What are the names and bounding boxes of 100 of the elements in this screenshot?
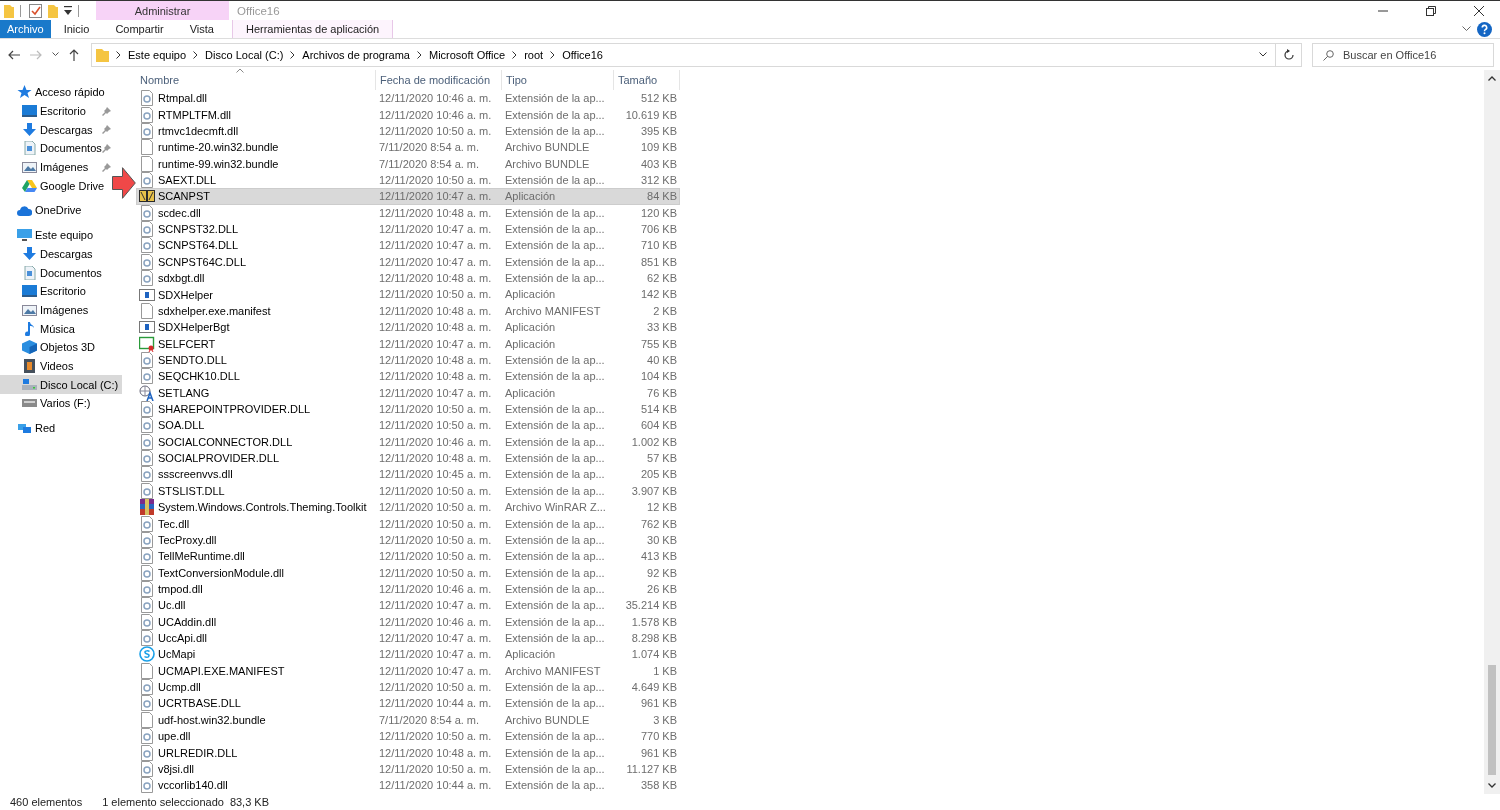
- monitor-icon: [22, 284, 37, 299]
- breadcrumb[interactable]: Office16: [562, 48, 603, 61]
- restore-icon[interactable]: [1426, 5, 1436, 16]
- ribbon-tab[interactable]: Archivo: [0, 20, 51, 38]
- pin-icon[interactable]: [102, 106, 111, 116]
- file-row[interactable]: TextConversionModule.dll 12/11/2020 10:50 a. m. Extensión de la ap... 92 KB: [136, 564, 680, 581]
- file-row[interactable]: UccApi.dll 12/11/2020 10:47 a. m. Extensión de la ap... 8.298 KB: [136, 629, 680, 647]
- column-header[interactable]: Tamaño: [614, 70, 680, 90]
- file-row[interactable]: SENDTO.DLL 12/11/2020 10:48 a. m. Extensión de la ap... 40 KB: [136, 351, 680, 369]
- file-row[interactable]: scdec.dll 12/11/2020 10:48 a. m. Extensión de la ap... 120 KB: [136, 204, 680, 221]
- file-name: RTMPLTFM.dll: [158, 108, 231, 121]
- up-arrow-icon[interactable]: [69, 48, 79, 61]
- chevron-down-icon[interactable]: [1259, 52, 1267, 57]
- file-row[interactable]: sdxhelper.exe.manifest 12/11/2020 10:48 a. m. Archivo MANIFEST 2 KB: [136, 302, 680, 320]
- file-row[interactable]: STSLIST.DLL 12/11/2020 10:50 a. m. Extensión de la ap... 3.907 KB: [136, 482, 680, 499]
- file-row[interactable]: SETLANG 12/11/2020 10:47 a. m. Aplicación 76 KB: [136, 384, 680, 401]
- file-row[interactable]: SAEXT.DLL 12/11/2020 10:50 a. m. Extensión de la ap... 312 KB: [136, 171, 680, 189]
- file-row[interactable]: SOCIALCONNECTOR.DLL 12/11/2020 10:46 a. m. Extensión de la ap... 1.002 KB: [136, 433, 680, 450]
- sidebar-item[interactable]: Documentos: [0, 263, 122, 282]
- ribbon-tab[interactable]: Compartir: [102, 20, 177, 38]
- sidebar-item[interactable]: Objetos 3D: [0, 337, 122, 357]
- sidebar-item[interactable]: Descargas: [0, 120, 112, 140]
- scroll-up-icon[interactable]: [1488, 76, 1496, 81]
- modified-cell-text: 12/11/2020 10:47 a. m.: [378, 599, 493, 612]
- file-row[interactable]: SOCIALPROVIDER.DLL 12/11/2020 10:48 a. m. Extensión de la ap... 57 KB: [136, 449, 680, 467]
- sidebar-item[interactable]: Imágenes: [0, 157, 112, 177]
- breadcrumb[interactable]: Este equipo: [128, 48, 187, 61]
- file-row[interactable]: SHAREPOINTPROVIDER.DLL 12/11/2020 10:50 a. m. Extensión de la ap... 514 KB: [136, 400, 680, 418]
- file-row[interactable]: UCRTBASE.DLL 12/11/2020 10:44 a. m. Extensión de la ap... 961 KB: [136, 695, 680, 712]
- scrollbar[interactable]: [1484, 70, 1500, 794]
- pin-icon[interactable]: [102, 125, 111, 135]
- column-header[interactable]: Fecha de modificación: [376, 70, 502, 90]
- sidebar-item[interactable]: Escritorio: [0, 281, 122, 301]
- file-row[interactable]: SCANPST 12/11/2020 10:47 a. m. Aplicación 84 KB: [136, 188, 680, 205]
- file-row[interactable]: SELFCERT 12/11/2020 10:47 a. m. Aplicación 755 KB: [136, 335, 680, 352]
- sidebar-item[interactable]: Música: [0, 319, 122, 338]
- file-row[interactable]: TecProxy.dll 12/11/2020 10:50 a. m. Extensión de la ap... 30 KB: [136, 531, 680, 549]
- file-row[interactable]: UcMapi 12/11/2020 10:47 a. m. Aplicación 1.074 KB: [136, 646, 680, 663]
- column-header[interactable]: Tipo: [502, 70, 614, 90]
- dropdown-icon[interactable]: [64, 5, 72, 16]
- sidebar-item[interactable]: Imágenes: [0, 300, 122, 320]
- search-field[interactable]: Buscar en Office16: [1312, 42, 1494, 67]
- breadcrumb[interactable]: root: [524, 48, 544, 61]
- file-row[interactable]: sdxbgt.dll 12/11/2020 10:48 a. m. Extensión de la ap... 62 KB: [136, 269, 680, 287]
- sidebar-item[interactable]: Varios (F:): [0, 394, 122, 413]
- address-bar[interactable]: Este equipo Disco Local (C:) Archivos de programa Microsoft Office root Office16: [91, 42, 1276, 67]
- file-row[interactable]: RTMPLTFM.dll 12/11/2020 10:46 a. m. Extensión de la ap... 10.619 KB: [136, 106, 680, 123]
- sidebar-item[interactable]: Descargas: [0, 244, 122, 264]
- sidebar-item[interactable]: Documentos: [0, 139, 112, 158]
- file-row[interactable]: UCMAPI.EXE.MANIFEST 12/11/2020 10:47 a. m. Archivo MANIFEST 1 KB: [136, 662, 680, 679]
- sidebar-item[interactable]: Acceso rápido: [0, 83, 122, 102]
- file-row[interactable]: vccorlib140.dll 12/11/2020 10:44 a. m. Extensión de la ap... 358 KB: [136, 777, 680, 794]
- pin-icon[interactable]: [102, 143, 111, 153]
- sidebar-item[interactable]: Red: [0, 418, 122, 438]
- sidebar-item[interactable]: Videos: [0, 356, 122, 376]
- file-row[interactable]: SEQCHK10.DLL 12/11/2020 10:48 a. m. Extensión de la ap... 104 KB: [136, 368, 680, 385]
- sidebar-item[interactable]: Este equipo: [0, 225, 122, 245]
- gear-document-icon: [139, 270, 155, 287]
- file-row[interactable]: Uc.dll 12/11/2020 10:47 a. m. Extensión de la ap... 35.214 KB: [136, 597, 680, 614]
- file-row[interactable]: Ucmp.dll 12/11/2020 10:50 a. m. Extensión de la ap... 4.649 KB: [136, 678, 680, 696]
- file-row[interactable]: v8jsi.dll 12/11/2020 10:50 a. m. Extensión de la ap... 11.127 KB: [136, 760, 680, 778]
- ribbon-tab[interactable]: Herramientas de aplicación: [231, 20, 394, 38]
- scroll-down-icon[interactable]: [1488, 783, 1496, 788]
- breadcrumb[interactable]: Disco Local (C:): [205, 48, 284, 61]
- pin-icon[interactable]: [102, 162, 111, 172]
- file-row[interactable]: SCNPST64.DLL 12/11/2020 10:47 a. m. Extensión de la ap... 710 KB: [136, 237, 680, 254]
- help-icon[interactable]: [1477, 21, 1492, 37]
- file-row[interactable]: upe.dll 12/11/2020 10:50 a. m. Extensión de la ap... 770 KB: [136, 728, 680, 745]
- chevron-down-icon[interactable]: [1462, 26, 1471, 32]
- file-row[interactable]: udf-host.win32.bundle 7/11/2020 8:54 a. m. Archivo BUNDLE 3 KB: [136, 711, 680, 728]
- file-row[interactable]: runtime-99.win32.bundle 7/11/2020 8:54 a. m. Archivo BUNDLE 403 KB: [136, 155, 680, 172]
- breadcrumb[interactable]: Archivos de programa: [302, 48, 410, 61]
- file-row[interactable]: SCNPST64C.DLL 12/11/2020 10:47 a. m. Extensión de la ap... 851 KB: [136, 253, 680, 270]
- chevron-down-icon[interactable]: [52, 52, 59, 57]
- file-row[interactable]: SDXHelper 12/11/2020 10:50 a. m. Aplicación 142 KB: [136, 286, 680, 303]
- file-row[interactable]: tmpod.dll 12/11/2020 10:46 a. m. Extensión de la ap... 26 KB: [136, 580, 680, 598]
- file-row[interactable]: UCAddin.dll 12/11/2020 10:46 a. m. Extensión de la ap... 1.578 KB: [136, 613, 680, 630]
- scroll-thumb[interactable]: [1488, 665, 1496, 775]
- ribbon-tab[interactable]: Inicio: [50, 20, 103, 38]
- properties-icon[interactable]: [29, 3, 42, 18]
- sidebar-item[interactable]: OneDrive: [0, 201, 122, 220]
- sidebar-item[interactable]: Disco Local (C:): [0, 375, 122, 394]
- file-row[interactable]: System.Windows.Controls.Theming.Toolkit 12/11/2020 10:50 a. m. Archivo WinRAR Z... 12 KB: [136, 499, 680, 516]
- ribbon-tab[interactable]: Vista: [176, 20, 227, 38]
- file-row[interactable]: Rtmpal.dll 12/11/2020 10:46 a. m. Extensión de la ap... 512 KB: [136, 90, 680, 107]
- file-row[interactable]: TellMeRuntime.dll 12/11/2020 10:50 a. m. Extensión de la ap... 413 KB: [136, 548, 680, 565]
- file-row[interactable]: SCNPST32.DLL 12/11/2020 10:47 a. m. Extensión de la ap... 706 KB: [136, 220, 680, 238]
- file-row[interactable]: ssscreenvvs.dll 12/11/2020 10:45 a. m. Extensión de la ap... 205 KB: [136, 466, 680, 483]
- back-arrow-icon[interactable]: [8, 49, 20, 60]
- file-row[interactable]: URLREDIR.DLL 12/11/2020 10:48 a. m. Extensión de la ap... 961 KB: [136, 744, 680, 761]
- close-icon[interactable]: [1474, 5, 1484, 16]
- file-row[interactable]: rtmvc1decmft.dll 12/11/2020 10:50 a. m. Extensión de la ap... 395 KB: [136, 122, 680, 140]
- file-row[interactable]: runtime-20.win32.bundle 7/11/2020 8:54 a. m. Archivo BUNDLE 109 KB: [136, 139, 680, 156]
- sidebar-item[interactable]: Escritorio: [0, 101, 112, 121]
- sidebar-item[interactable]: Google Drive: [0, 176, 112, 196]
- refresh-button[interactable]: [1276, 42, 1302, 67]
- file-row[interactable]: SOA.DLL 12/11/2020 10:50 a. m. Extensión de la ap... 604 KB: [136, 417, 680, 434]
- breadcrumb[interactable]: Microsoft Office: [428, 48, 506, 61]
- file-row[interactable]: SDXHelperBgt 12/11/2020 10:48 a. m. Aplicación 33 KB: [136, 319, 680, 336]
- file-row[interactable]: Tec.dll 12/11/2020 10:50 a. m. Extensión de la ap... 762 KB: [136, 515, 680, 532]
